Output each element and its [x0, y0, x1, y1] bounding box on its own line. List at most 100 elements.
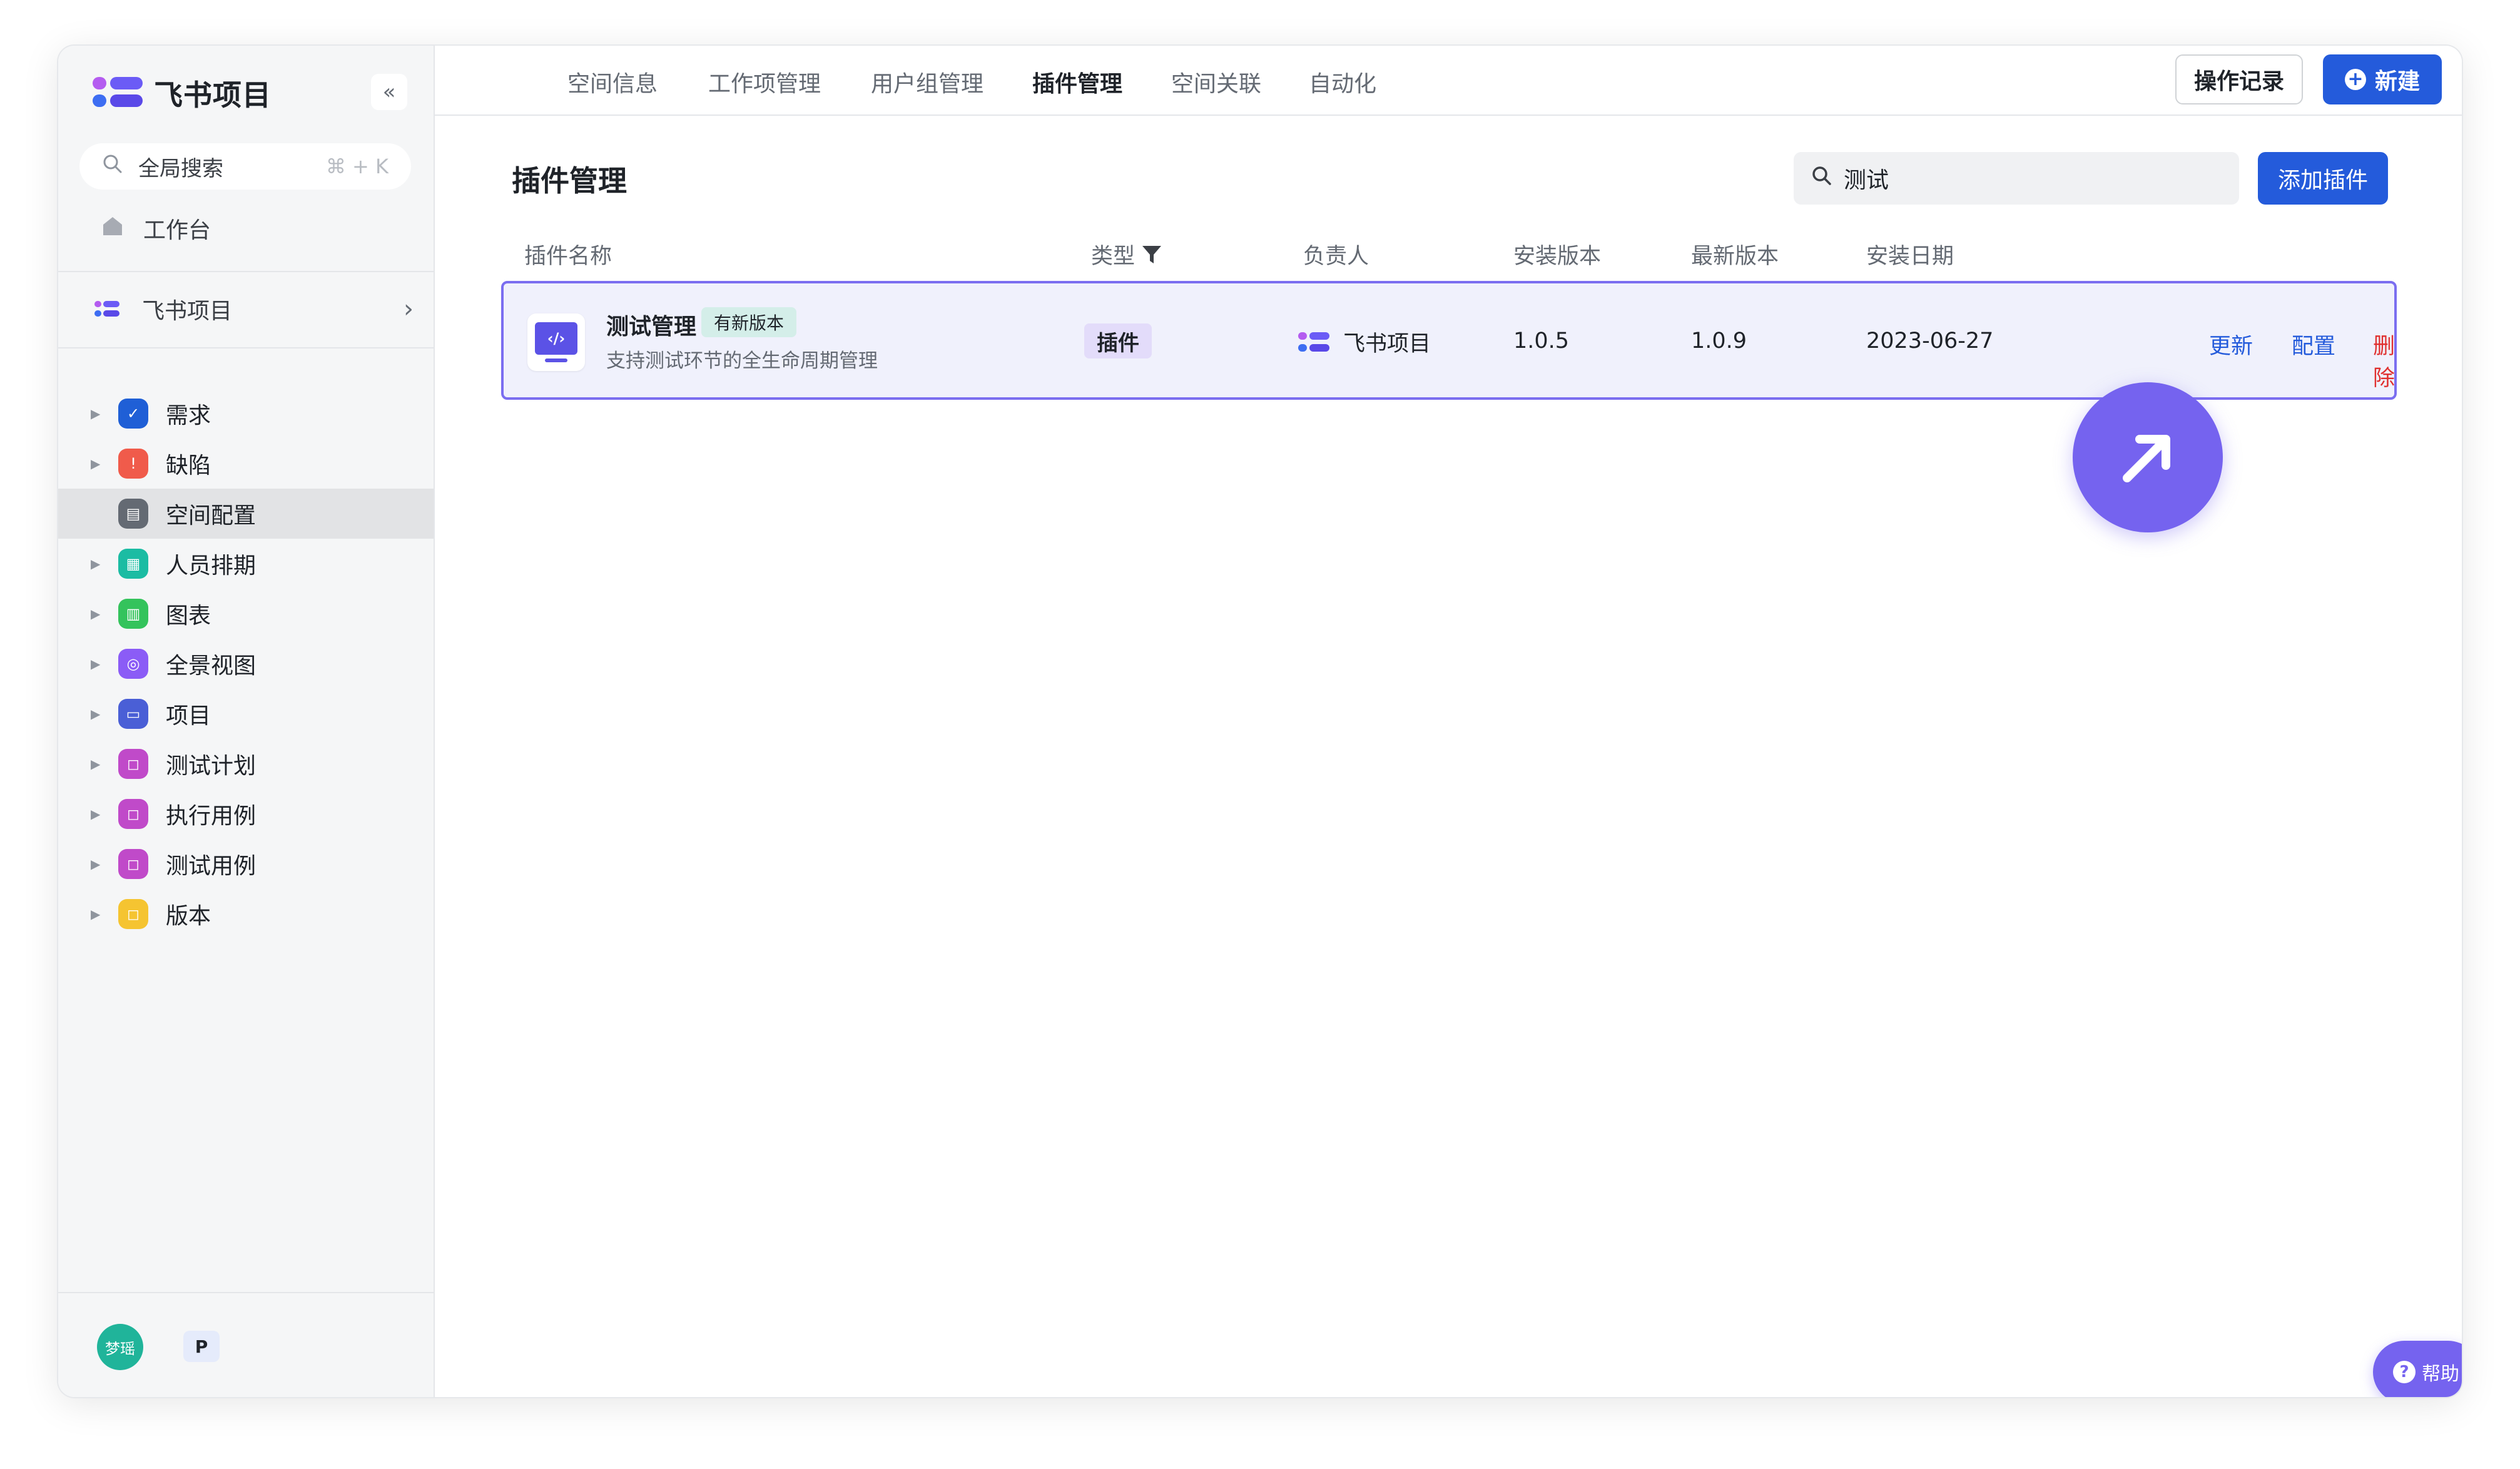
sidebar-item-label: 空间配置: [166, 503, 257, 529]
add-plugin-button[interactable]: 添加插件: [2258, 152, 2388, 205]
plus-circle-icon: +: [2344, 69, 2366, 90]
project-switcher[interactable]: 飞书项目 ›: [94, 293, 414, 325]
check-circle-icon: ✓: [118, 399, 148, 429]
app-logo[interactable]: 飞书项目: [93, 73, 272, 113]
expand-triangle-icon[interactable]: ▶: [91, 406, 100, 421]
sidebar-item[interactable]: ▤ 空间配置: [58, 489, 434, 539]
expand-triangle-icon[interactable]: ▶: [91, 556, 100, 571]
plugin-search-input[interactable]: 测试: [1794, 152, 2239, 205]
bookmark-icon: ◻: [118, 849, 148, 879]
sidebar-item[interactable]: ▶ ▥ 图表: [58, 589, 434, 639]
app-name: 飞书项目: [154, 78, 272, 112]
bookmark-icon: ◻: [118, 749, 148, 779]
tab-plugin-management[interactable]: 插件管理: [1032, 66, 1122, 98]
column-header-install-date: 安装日期: [1866, 244, 1954, 269]
column-header-type-label: 类型: [1091, 244, 1136, 269]
sidebar-item[interactable]: ▶ ▦ 人员排期: [58, 539, 434, 589]
sidebar-item-label: 测试用例: [166, 853, 257, 879]
update-button[interactable]: 更新: [2209, 328, 2253, 360]
sidebar-item-label: 全景视图: [166, 653, 257, 679]
new-button[interactable]: + 新建: [2323, 54, 2442, 104]
delete-button[interactable]: 删除: [2373, 328, 2395, 392]
column-header-name: 插件名称: [524, 244, 612, 269]
install-date: 2023-06-27: [1866, 328, 1994, 353]
sidebar-item-label: 项目: [166, 703, 211, 729]
help-button[interactable]: ? 帮助: [2373, 1341, 2462, 1397]
expand-triangle-icon[interactable]: ▶: [91, 756, 100, 771]
global-search-input[interactable]: 全局搜索 ⌘ + K: [79, 143, 411, 190]
sidebar-item-label: 图表: [166, 603, 211, 629]
sidebar-item[interactable]: ▶ ◻ 执行用例: [58, 789, 434, 839]
latest-version: 1.0.9: [1691, 328, 1747, 353]
sidebar-nav: ▶ ✓ 需求 ▶! 缺陷 ▤ 空间配置 ▶ ▦ 人员排期 ▶ ▥ 图表 ▶ ◎ 全景视图 ▶ ▭ 项目 ▶ ◻ 测试计划 ▶…: [58, 389, 434, 939]
expand-triangle-icon[interactable]: ▶: [91, 856, 100, 872]
tab-automation[interactable]: 自动化: [1309, 66, 1376, 98]
installed-version: 1.0.5: [1513, 328, 1570, 353]
schedule-icon: ▦: [118, 549, 148, 579]
panorama-icon: ◎: [118, 649, 148, 679]
sidebar-item[interactable]: ▶! 缺陷: [58, 439, 434, 489]
tab-space-info[interactable]: 空间信息: [567, 66, 658, 98]
expand-triangle-icon[interactable]: ▶: [91, 806, 100, 821]
bookmark-icon: ◻: [118, 799, 148, 829]
column-header-owner: 负责人: [1303, 244, 1369, 269]
sidebar-item-label: 测试计划: [166, 753, 257, 779]
plugin-name[interactable]: 测试管理: [606, 308, 696, 341]
expand-triangle-icon[interactable]: ▶: [91, 456, 100, 471]
sidebar-item-label: 执行用例: [166, 803, 257, 829]
operation-log-button[interactable]: 操作记录: [2175, 54, 2303, 104]
plugin-search-value: 测试: [1844, 168, 1889, 193]
filter-icon[interactable]: [1141, 244, 1162, 271]
sidebar: 飞书项目 « 全局搜索 ⌘ + K 工作台 飞书项目 › ▶ ✓ 需求 ▶ ! …: [58, 46, 435, 1397]
chart-icon: ▥: [118, 599, 148, 629]
expand-triangle-icon[interactable]: ▶: [91, 706, 100, 721]
home-icon: [101, 215, 124, 243]
tab-user-group-management[interactable]: 用户组管理: [871, 66, 983, 98]
column-header-latest-version: 最新版本: [1691, 244, 1779, 269]
column-header-type[interactable]: 类型: [1091, 238, 1162, 271]
sidebar-divider: [58, 271, 434, 272]
help-label: 帮助: [2422, 1363, 2459, 1385]
expand-triangle-icon[interactable]: ▶: [91, 606, 100, 621]
tab-space-association[interactable]: 空间关联: [1171, 66, 1261, 98]
config-button[interactable]: 配置: [2292, 328, 2335, 360]
plugin-owner: 飞书项目: [1298, 326, 1431, 358]
sidebar-item[interactable]: ▶ ▭ 项目: [58, 689, 434, 739]
sidebar-item[interactable]: ▶ ◻ 版本: [58, 889, 434, 939]
user-avatar[interactable]: 梦瑶: [97, 1324, 143, 1370]
sidebar-item-workbench[interactable]: 工作台: [101, 212, 211, 245]
sidebar-item[interactable]: ▶ ✓ 需求: [58, 389, 434, 439]
search-icon: [102, 153, 123, 180]
collapse-sidebar-button[interactable]: «: [371, 74, 407, 110]
plugin-description: 支持测试环节的全生命周期管理: [606, 350, 878, 372]
sidebar-item-label: 人员排期: [166, 553, 257, 579]
alert-icon: !: [118, 449, 148, 479]
new-version-badge: 有新版本: [701, 307, 797, 337]
config-icon: ▤: [118, 499, 148, 529]
sidebar-item-label: 缺陷: [166, 453, 211, 479]
sidebar-item[interactable]: ▶ ◻ 测试计划: [58, 739, 434, 789]
sidebar-item[interactable]: ▶ ◎ 全景视图: [58, 639, 434, 689]
sidebar-item-label: 版本: [166, 903, 211, 929]
plugin-code-icon: ‹/›: [527, 313, 585, 371]
feishu-project-logo-icon: [93, 74, 143, 112]
new-button-label: 新建: [2374, 69, 2420, 94]
chevron-right-icon: ›: [404, 295, 414, 323]
table-row[interactable]: ‹/› 测试管理 有新版本 支持测试环节的全生命周期管理 插件 飞书项目 1.0…: [501, 281, 2397, 400]
project-name: 飞书项目: [142, 298, 233, 324]
sidebar-item[interactable]: ▶ ◻ 测试用例: [58, 839, 434, 889]
top-tab-bar: 空间信息 工作项管理 用户组管理 插件管理 空间关联 自动化: [435, 46, 2462, 116]
project-logo-icon: [94, 300, 119, 318]
workspace-badge[interactable]: P: [183, 1331, 220, 1362]
search-icon: [1811, 165, 1832, 192]
sidebar-bottom-divider: [58, 1292, 434, 1293]
sidebar-divider: [58, 347, 434, 348]
column-header-installed-version: 安装版本: [1513, 244, 1602, 269]
expand-triangle-icon[interactable]: ▶: [91, 907, 100, 922]
owner-name: 飞书项目: [1343, 332, 1431, 357]
click-indicator-arrow-icon: [2073, 382, 2223, 532]
owner-logo-icon: [1298, 330, 1329, 354]
expand-triangle-icon[interactable]: ▶: [91, 656, 100, 671]
workbench-label: 工作台: [143, 218, 211, 243]
tab-work-item-management[interactable]: 工作项管理: [708, 66, 821, 98]
